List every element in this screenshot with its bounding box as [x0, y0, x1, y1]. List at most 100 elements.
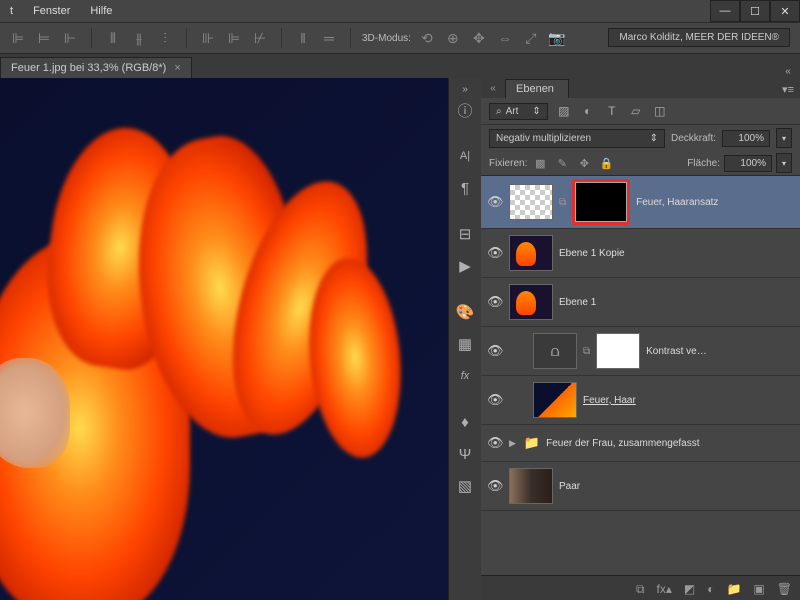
layer-row[interactable]: 👁 Feuer, Haar	[481, 376, 800, 425]
minimize-button[interactable]: —	[710, 0, 740, 22]
panel-menu-icon[interactable]: ▾≡	[776, 81, 800, 98]
info-panel-icon[interactable]: ⓘ	[451, 96, 479, 124]
maximize-button[interactable]: ☐	[740, 0, 770, 22]
distribute-icon[interactable]: ⫶	[155, 28, 175, 48]
3d-orbit-icon[interactable]: ⟲	[417, 28, 437, 48]
filter-adjustment-icon[interactable]: ◐	[580, 104, 596, 118]
layers-tab[interactable]: Ebenen	[505, 79, 569, 98]
opacity-value[interactable]: 100%	[722, 130, 770, 147]
adjustment-curves-icon[interactable]: ⩍	[533, 333, 577, 369]
navigator-panel-icon[interactable]: ♦	[451, 408, 479, 436]
lock-label: Fixieren:	[489, 158, 527, 169]
character-panel-icon[interactable]: A|	[451, 142, 479, 170]
menu-hilfe[interactable]: Hilfe	[90, 5, 112, 17]
canvas-content	[0, 358, 70, 468]
visibility-icon[interactable]: 👁	[487, 392, 503, 408]
tabs-collapse-icon[interactable]: «	[780, 64, 796, 78]
distribute-icon[interactable]: ⫴	[103, 28, 123, 48]
new-layer-icon[interactable]: ▣	[753, 582, 764, 596]
spacing-icon[interactable]: ‖	[293, 28, 313, 48]
styles-panel-icon[interactable]: ⊟	[451, 220, 479, 248]
3d-scale-icon[interactable]: ⤢	[521, 28, 541, 48]
3d-pan-icon[interactable]: ✥	[469, 28, 489, 48]
layer-name[interactable]: Ebene 1	[559, 297, 596, 308]
swatches-panel-icon[interactable]: ▦	[451, 330, 479, 358]
close-button[interactable]: ✕	[770, 0, 800, 22]
layer-thumbnail[interactable]	[509, 235, 553, 271]
spacing-icon[interactable]: ═	[319, 28, 339, 48]
fill-dropdown-icon[interactable]: ▾	[776, 153, 792, 173]
column-collapse-icon[interactable]: »	[457, 82, 473, 96]
distribute-icon[interactable]: ⊬	[250, 28, 270, 48]
link-icon[interactable]: ⧉	[583, 346, 590, 357]
filter-type-icon[interactable]: T	[604, 104, 620, 118]
layer-name[interactable]: Kontrast ve…	[646, 346, 707, 357]
filter-smart-icon[interactable]: ◫	[652, 104, 668, 118]
layer-mask-highlighted[interactable]	[572, 179, 630, 225]
layer-mask-thumbnail[interactable]	[596, 333, 640, 369]
layer-name[interactable]: Feuer, Haar	[583, 395, 636, 406]
distribute-icon[interactable]: ⊫	[224, 28, 244, 48]
layer-filter-select[interactable]: ⌕Art⇕	[489, 103, 548, 120]
3d-camera-icon[interactable]: 📷	[547, 28, 567, 48]
layer-thumbnail[interactable]	[509, 184, 553, 220]
distribute-icon[interactable]: ⫵	[129, 28, 149, 48]
3d-slide-icon[interactable]: ⇔	[495, 28, 515, 48]
lock-transparency-icon[interactable]: ▩	[531, 155, 549, 171]
group-expand-icon[interactable]: ▶	[509, 438, 516, 449]
layer-row[interactable]: 👁 Ebene 1	[481, 278, 800, 327]
add-mask-icon[interactable]: ◩	[684, 582, 695, 596]
layer-row[interactable]: 👁 ⩍ ⧉ Kontrast ve…	[481, 327, 800, 376]
visibility-icon[interactable]: 👁	[487, 435, 503, 451]
align-icon[interactable]: ⊫	[8, 28, 28, 48]
3d-panel-icon[interactable]: Ψ	[451, 440, 479, 468]
layer-thumbnail[interactable]	[533, 382, 577, 418]
layer-name[interactable]: Paar	[559, 481, 580, 492]
tab-close-icon[interactable]: ×	[174, 62, 180, 74]
layer-thumbnail[interactable]	[509, 284, 553, 320]
layers-panel-footer: ⧉ fx▴ ◩ ◐ 📁 ▣ 🗑	[481, 575, 800, 600]
visibility-icon[interactable]: 👁	[487, 343, 503, 359]
layers-panel-icon[interactable]: ▧	[451, 472, 479, 500]
layer-row[interactable]: 👁 Ebene 1 Kopie	[481, 229, 800, 278]
menu-fenster[interactable]: Fenster	[33, 5, 70, 17]
layer-fx-icon[interactable]: fx▴	[657, 582, 672, 596]
canvas[interactable]	[0, 78, 448, 600]
visibility-icon[interactable]: 👁	[487, 194, 503, 210]
layer-name[interactable]: Ebene 1 Kopie	[559, 248, 625, 259]
lock-position-icon[interactable]: ✥	[575, 155, 593, 171]
new-group-icon[interactable]: 📁	[726, 582, 741, 596]
delete-layer-icon[interactable]: 🗑	[777, 582, 792, 596]
document-tab[interactable]: Feuer 1.jpg bei 33,3% (RGB/8*) ×	[0, 57, 192, 78]
filter-shape-icon[interactable]: ▱	[628, 104, 644, 118]
color-panel-icon[interactable]: 🎨	[451, 298, 479, 326]
add-adjustment-icon[interactable]: ◐	[707, 582, 714, 596]
visibility-icon[interactable]: 👁	[487, 294, 503, 310]
align-icon[interactable]: ⊨	[34, 28, 54, 48]
visibility-icon[interactable]: 👁	[487, 245, 503, 261]
layer-group-row[interactable]: 👁 ▶ 📁 Feuer der Frau, zusammengefasst	[481, 425, 800, 462]
fx-panel-icon[interactable]: fx	[451, 362, 479, 390]
lock-paint-icon[interactable]: ✎	[553, 155, 571, 171]
distribute-icon[interactable]: ⊪	[198, 28, 218, 48]
layer-row[interactable]: 👁 ⧉ Feuer, Haaransatz	[481, 176, 800, 229]
lock-all-icon[interactable]: 🔒	[597, 155, 615, 171]
menu-truncated[interactable]: t	[10, 5, 13, 17]
align-icon[interactable]: ⊩	[60, 28, 80, 48]
blend-mode-select[interactable]: Negativ multiplizieren⇕	[489, 129, 665, 148]
opacity-dropdown-icon[interactable]: ▾	[776, 128, 792, 148]
layer-row[interactable]: 👁 Paar	[481, 462, 800, 511]
panel-collapse-icon[interactable]: «	[481, 81, 505, 95]
link-icon[interactable]: ⧉	[559, 197, 566, 208]
layer-name[interactable]: Feuer der Frau, zusammengefasst	[546, 438, 699, 449]
visibility-icon[interactable]: 👁	[487, 478, 503, 494]
folder-icon: 📁	[524, 435, 540, 451]
actions-panel-icon[interactable]: ▶	[451, 252, 479, 280]
filter-image-icon[interactable]: ▨	[556, 104, 572, 118]
link-layers-icon[interactable]: ⧉	[636, 582, 645, 597]
layer-thumbnail[interactable]	[509, 468, 553, 504]
layer-name[interactable]: Feuer, Haaransatz	[636, 197, 718, 208]
3d-roll-icon[interactable]: ⊕	[443, 28, 463, 48]
fill-value[interactable]: 100%	[724, 155, 772, 172]
paragraph-panel-icon[interactable]: ¶	[451, 174, 479, 202]
